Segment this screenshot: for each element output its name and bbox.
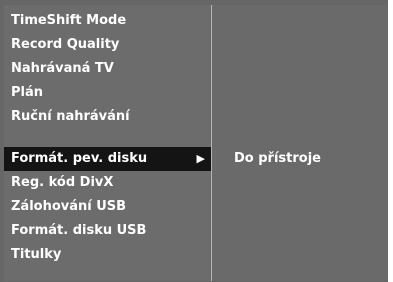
menu-item-format-hdd-label: Formát. pev. disku — [11, 151, 148, 166]
menu-item-usb-backup[interactable]: Zálohování USB — [4, 195, 211, 219]
menu-item-timeshift-mode[interactable]: TimeShift Mode — [4, 9, 211, 33]
submenu-panel: Do přístroje — [212, 5, 388, 281]
menu-item-record-quality[interactable]: Record Quality — [4, 33, 211, 57]
submenu-arrow-icon: ▶ — [196, 152, 205, 165]
tv-screen: TimeShift Mode Record Quality Nahrávaná … — [0, 0, 388, 282]
menu-item-subtitles[interactable]: Titulky — [4, 243, 211, 267]
menu-item-format-hdd[interactable]: Formát. pev. disku ▶ — [4, 147, 211, 171]
menu-item-manual-recording[interactable]: Ruční nahrávání — [4, 105, 211, 129]
submenu-item-to-device[interactable]: Do přístroje — [234, 147, 321, 171]
menu-item-format-usb[interactable]: Formát. disku USB — [4, 219, 211, 243]
menu-item-recorded-tv[interactable]: Nahrávaná TV — [4, 57, 211, 81]
menu-item-schedule[interactable]: Plán — [4, 81, 211, 105]
menu-item-divx-reg-code[interactable]: Reg. kód DivX — [4, 171, 211, 195]
main-menu: TimeShift Mode Record Quality Nahrávaná … — [4, 5, 212, 281]
